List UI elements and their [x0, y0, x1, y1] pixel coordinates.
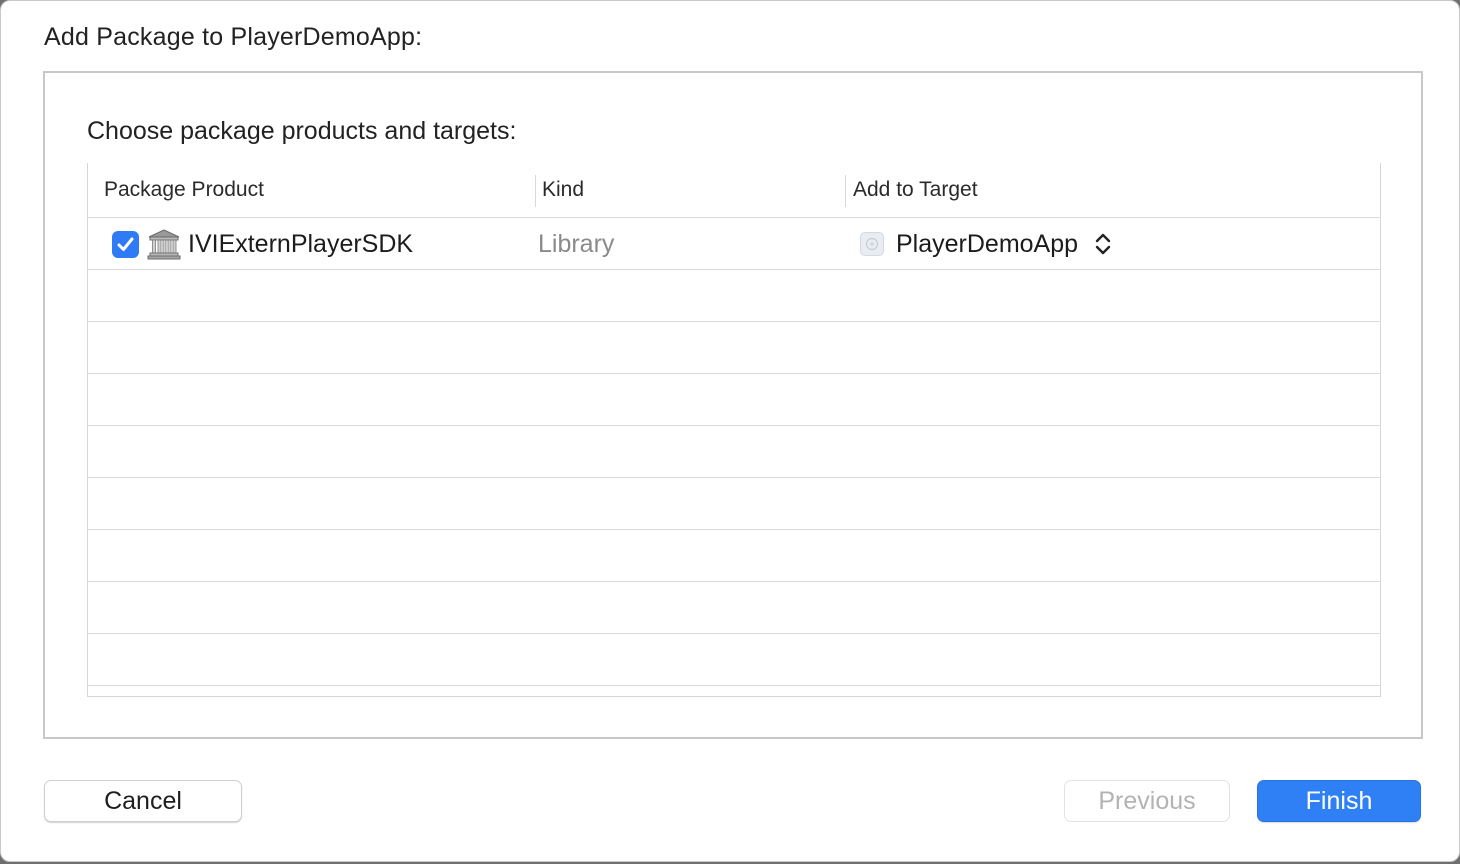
table-header: Package Product Kind Add to Target: [88, 163, 1380, 218]
empty-table-row: [88, 478, 1380, 530]
empty-table-row: [88, 270, 1380, 322]
empty-table-row: [88, 530, 1380, 582]
dialog-title: Add Package to PlayerDemoApp:: [44, 23, 423, 51]
table-row[interactable]: IVIExternPlayerSDK Library PlayerDemoApp: [88, 218, 1380, 270]
package-library-icon: [147, 228, 181, 260]
column-header-kind[interactable]: Kind: [542, 178, 584, 202]
package-products-panel: Choose package products and targets: Pac…: [43, 71, 1423, 739]
target-popup-label[interactable]: PlayerDemoApp: [896, 230, 1078, 259]
app-target-icon: [860, 232, 884, 256]
finish-button[interactable]: Finish: [1257, 780, 1421, 822]
previous-button[interactable]: Previous: [1064, 780, 1230, 822]
add-package-dialog: Add Package to PlayerDemoApp: Choose pac…: [0, 0, 1460, 862]
empty-table-row: [88, 426, 1380, 478]
product-kind: Library: [538, 230, 615, 258]
column-separator: [535, 175, 536, 207]
include-product-checkbox[interactable]: [112, 231, 139, 258]
column-header-package-product[interactable]: Package Product: [104, 178, 264, 202]
package-product-name: IVIExternPlayerSDK: [188, 230, 414, 258]
column-header-add-to-target[interactable]: Add to Target: [853, 178, 978, 202]
checkmark-icon: [117, 237, 134, 251]
package-products-table: Package Product Kind Add to Target IVIEx…: [87, 163, 1381, 697]
empty-table-row: [88, 634, 1380, 686]
column-separator: [845, 175, 846, 207]
empty-table-row: [88, 374, 1380, 426]
panel-heading: Choose package products and targets:: [87, 117, 517, 145]
empty-table-row: [88, 582, 1380, 634]
cancel-button[interactable]: Cancel: [44, 780, 242, 822]
empty-table-row: [88, 322, 1380, 374]
target-popup-chevron-icon[interactable]: [1093, 231, 1113, 257]
